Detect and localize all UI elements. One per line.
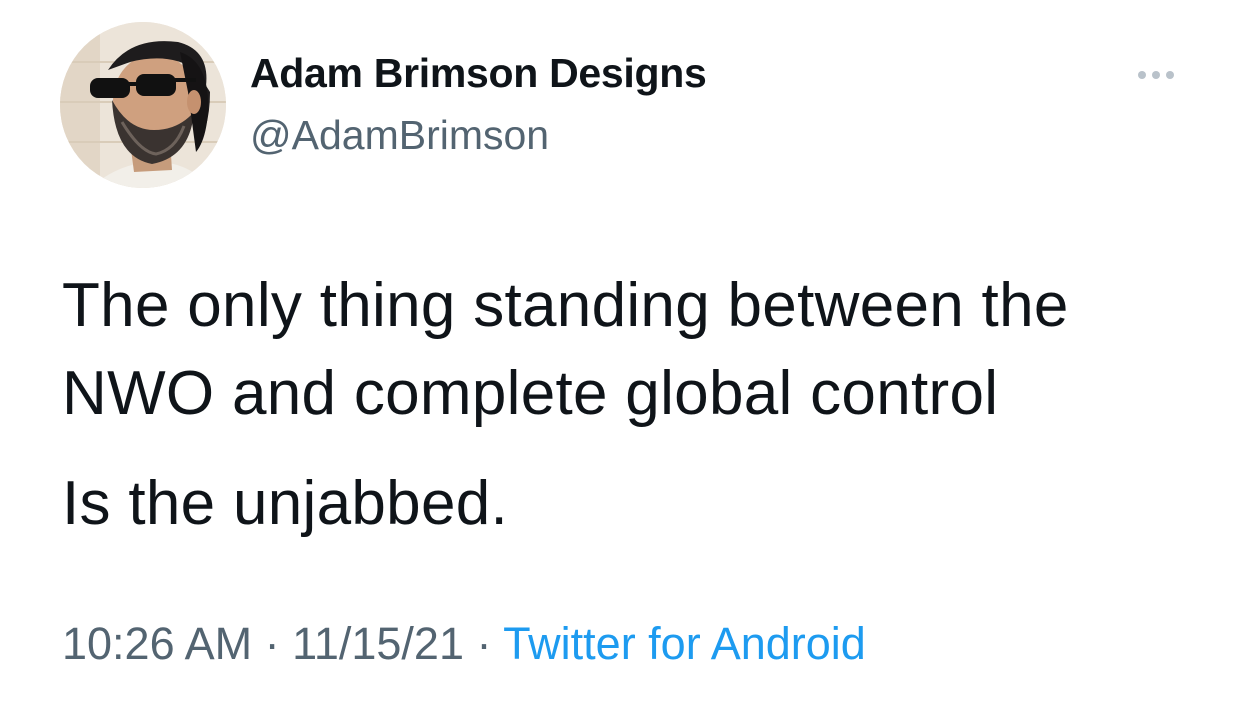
meta-separator: ·	[252, 618, 293, 669]
tweet-metadata: 10:26 AM · 11/15/21 · Twitter for Androi…	[62, 618, 866, 670]
avatar-image	[60, 22, 226, 188]
tweet-source-link[interactable]: Twitter for Android	[503, 618, 866, 669]
tweet-date[interactable]: 11/15/21	[292, 618, 464, 669]
author-display-name[interactable]: Adam Brimson Designs	[250, 50, 707, 97]
tweet-time[interactable]: 10:26 AM	[62, 618, 252, 669]
tweet-text-line: The only thing standing between the	[62, 271, 1069, 340]
meta-separator: ·	[463, 618, 504, 669]
avatar[interactable]	[60, 22, 226, 188]
author-handle[interactable]: @AdamBrimson	[250, 112, 549, 159]
tweet-text-line: NWO and complete global control	[62, 359, 999, 428]
more-options-button[interactable]	[1128, 64, 1184, 86]
more-horizontal-icon-dot	[1152, 71, 1160, 79]
tweet-text-line: Is the unjabbed.	[62, 469, 509, 538]
more-horizontal-icon-dot	[1166, 71, 1174, 79]
more-horizontal-icon	[1138, 71, 1146, 79]
tweet-text: The only thing standing between the NWO …	[62, 262, 1222, 548]
tweet-card: Adam Brimson Designs @AdamBrimson The on…	[0, 0, 1242, 706]
